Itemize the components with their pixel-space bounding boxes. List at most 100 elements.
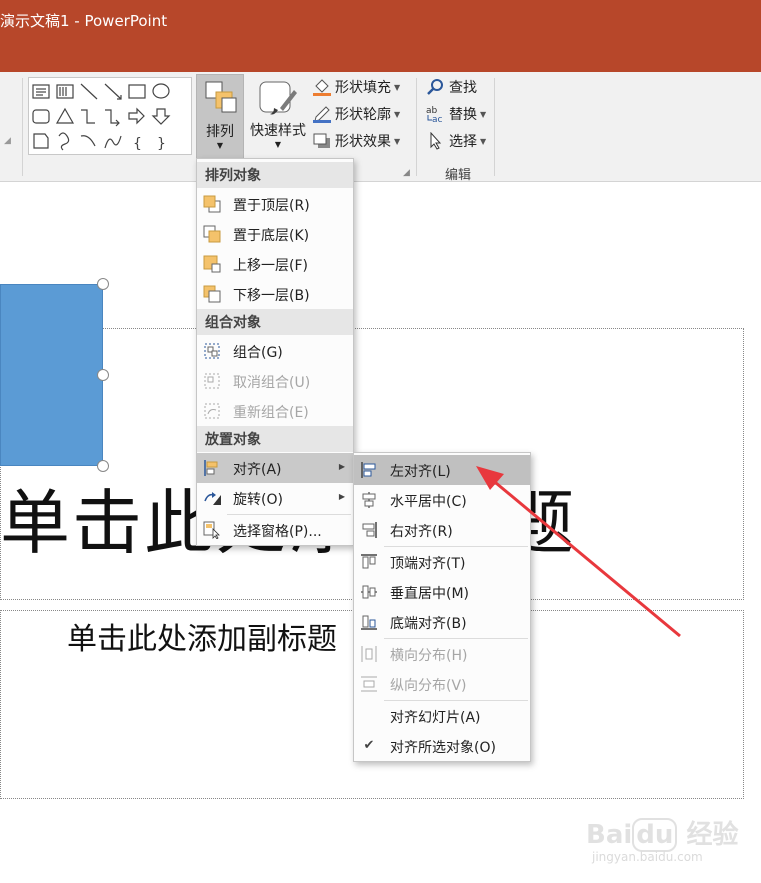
paint-bucket-icon (313, 79, 331, 96)
resize-handle[interactable] (97, 460, 109, 472)
menu-item-label: 重新组合(E) (233, 405, 309, 421)
replace-button[interactable]: ab ac 替换 ▼ (426, 103, 486, 125)
menu-item-label: 水平居中(C) (390, 494, 467, 510)
launcher-icon[interactable]: ◢ (403, 168, 410, 178)
align-left-item[interactable]: 左对齐(L) (354, 455, 530, 485)
menu-item-label: 左对齐(L) (390, 464, 451, 480)
watermark-brand: Bai du 经验 (586, 818, 739, 852)
ribbon-divider (416, 78, 417, 176)
align-right-icon (362, 522, 377, 538)
select-label: 选择 (449, 134, 477, 150)
resize-handle[interactable] (97, 369, 109, 381)
align-selected-objects-item[interactable]: ✔ 对齐所选对象(O) (354, 731, 530, 761)
distribute-horizontally-item[interactable]: 横向分布(H) (354, 639, 530, 669)
menu-item-label: 取消组合(U) (233, 375, 311, 391)
bring-forward-icon (203, 255, 221, 273)
editing-group-label: 编辑 (445, 168, 472, 183)
window-title: 演示文稿1 - PowerPoint (0, 12, 168, 30)
shape-effects-button[interactable]: 形状效果 ▼ (312, 130, 400, 152)
align-top-item[interactable]: 顶端对齐(T) (354, 547, 530, 577)
align-center-item[interactable]: 水平居中(C) (354, 485, 530, 515)
shape-fill-button[interactable]: 形状填充 ▼ (312, 76, 400, 98)
ribbon: ◢ {} 排列 ▼ 快速样式 ▼ 形状填充 ▼ 形状轮廓 ▼ 形状效果 ▼ ◢… (0, 72, 761, 183)
distribute-vertical-icon (361, 676, 377, 692)
menu-item-label: 对齐幻灯片(A) (390, 710, 481, 726)
menu-item-label: 置于顶层(R) (233, 198, 310, 214)
search-icon (427, 79, 443, 95)
align-center-icon (362, 492, 376, 508)
group-item[interactable]: 组合(G) (197, 336, 353, 366)
align-to-slide-item[interactable]: 对齐幻灯片(A) (354, 701, 530, 731)
shapes-gallery-icons: { } (32, 83, 171, 152)
menu-item-label: 旋转(O) (233, 492, 283, 508)
select-button[interactable]: 选择 ▼ (426, 130, 486, 152)
shape-fill-label: 形状填充 (335, 80, 391, 96)
ungroup-item[interactable]: 取消组合(U) (197, 366, 353, 396)
menu-item-label: 纵向分布(V) (390, 678, 467, 694)
arrange-icon (205, 81, 237, 113)
bring-to-front-icon (203, 195, 221, 213)
menu-item-label: 下移一层(B) (233, 288, 310, 304)
chevron-down-icon: ▼ (480, 109, 487, 119)
title-bar: 演示文稿1 - PowerPoint (0, 0, 761, 72)
send-to-back-icon (203, 225, 221, 243)
align-bottom-item[interactable]: 底端对齐(B) (354, 607, 530, 637)
menu-header: 排列对象 (197, 162, 353, 188)
align-icon (204, 460, 218, 476)
selected-rectangle-shape[interactable] (0, 284, 103, 466)
menu-item-label: 对齐(A) (233, 462, 282, 478)
submenu-arrow-icon: ▶ (338, 462, 345, 471)
shape-outline-button[interactable]: 形状轮廓 ▼ (312, 103, 400, 125)
arrange-button[interactable]: 排列 ▼ (196, 74, 244, 160)
chevron-down-icon: ▼ (394, 136, 401, 146)
menu-item-label: 置于底层(K) (233, 228, 310, 244)
distribute-horizontal-icon (361, 646, 377, 662)
baidu-watermark: Bai du 经验 jingyan.baidu.com (586, 814, 739, 872)
distribute-vertically-item[interactable]: 纵向分布(V) (354, 669, 530, 699)
resize-handle[interactable] (97, 278, 109, 290)
rotate-icon (204, 492, 221, 505)
menu-item-label: 组合(G) (233, 345, 283, 361)
chevron-down-icon: ▼ (480, 136, 487, 146)
align-middle-item[interactable]: 垂直居中(M) (354, 577, 530, 607)
align-middle-icon (361, 585, 377, 599)
menu-item-label: 横向分布(H) (390, 648, 468, 664)
align-item[interactable]: 对齐(A) ▶ (197, 453, 353, 483)
menu-item-label: 垂直居中(M) (390, 586, 470, 602)
shape-effects-label: 形状效果 (335, 134, 391, 150)
submenu-arrow-icon: ▶ (338, 492, 345, 501)
send-to-back-item[interactable]: 置于底层(K) (197, 219, 353, 249)
rotate-item[interactable]: 旋转(O) ▶ (197, 483, 353, 513)
align-left-icon (361, 462, 376, 478)
replace-icon: ab ac (426, 106, 443, 123)
watermark-url: jingyan.baidu.com (592, 850, 703, 864)
powerpoint-window: 演示文稿1 - PowerPoint ◢ {} 排列 ▼ 快速样式 ▼ 形状填… (0, 0, 761, 883)
find-button[interactable]: 查找 (426, 76, 477, 98)
chevron-down-icon: ▼ (216, 141, 224, 150)
find-label: 查找 (449, 80, 477, 96)
selection-pane-icon (203, 521, 220, 539)
menu-item-label: 右对齐(R) (390, 524, 453, 540)
cursor-icon (430, 132, 442, 150)
ribbon-divider (22, 78, 23, 176)
menu-item-label: 对齐所选对象(O) (390, 740, 496, 756)
quick-styles-button[interactable]: 快速样式 ▼ (246, 74, 310, 160)
chevron-down-icon: ▼ (274, 140, 282, 149)
chevron-down-icon: ▼ (394, 109, 401, 119)
launcher-icon[interactable]: ◢ (4, 136, 11, 146)
shapes-gallery[interactable]: { } ▲ ▼ ▾ (28, 77, 221, 161)
ungroup-icon (204, 373, 220, 389)
align-top-icon (361, 554, 377, 569)
arrange-label: 排列 (206, 124, 234, 140)
svg-text:ac: ac (432, 115, 443, 123)
align-submenu: 左对齐(L) 水平居中(C) 右对齐(R) 顶端对齐(T) 垂直居中(M) 底端… (353, 452, 531, 762)
menu-header: 放置对象 (197, 426, 353, 452)
align-right-item[interactable]: 右对齐(R) (354, 515, 530, 545)
ribbon-divider (494, 78, 495, 176)
regroup-item[interactable]: 重新组合(E) (197, 396, 353, 426)
pen-outline-icon (313, 106, 331, 123)
bring-to-front-item[interactable]: 置于顶层(R) (197, 189, 353, 219)
selection-pane-item[interactable]: 选择窗格(P)... (197, 515, 353, 545)
bring-forward-item[interactable]: 上移一层(F) (197, 249, 353, 279)
send-backward-item[interactable]: 下移一层(B) (197, 279, 353, 309)
